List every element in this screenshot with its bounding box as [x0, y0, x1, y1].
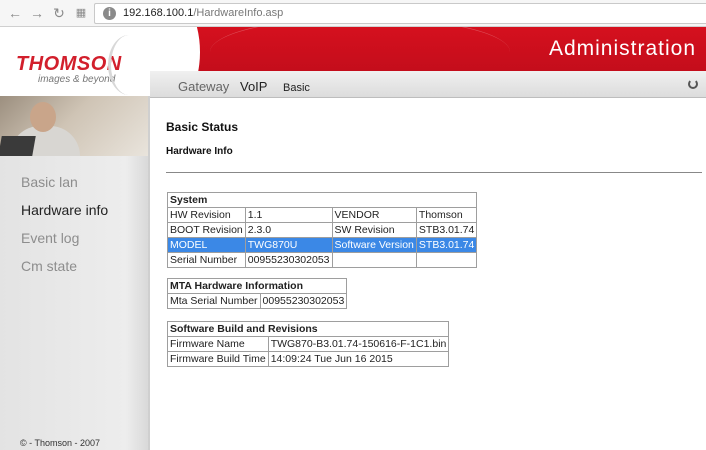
- logo: THOMSON images & beyond: [0, 27, 150, 96]
- copyright-footer: © - Thomson - 2007: [20, 438, 101, 448]
- table-row: Serial Number 00955230302053: [167, 252, 478, 268]
- table-row-selected: MODEL TWG870U Software Version STB3.01.7…: [167, 237, 478, 253]
- section-subtitle: Hardware Info: [166, 146, 233, 157]
- page-title: Basic Status: [166, 120, 239, 134]
- table-title: System: [166, 192, 478, 208]
- sidebar-item-cm-state[interactable]: Cm state: [21, 258, 77, 274]
- header-photo: [0, 96, 148, 156]
- sidebar: Basic lan Hardware info Event log Cm sta…: [0, 96, 150, 450]
- back-icon[interactable]: ←: [6, 4, 24, 22]
- sidebar-item-hardware-info[interactable]: Hardware info: [21, 202, 108, 218]
- sidebar-item-event-log[interactable]: Event log: [21, 230, 79, 246]
- table-row: Mta Serial Number 00955230302053: [167, 293, 348, 309]
- logo-wordmark: THOMSON: [16, 53, 122, 75]
- table-row: Firmware Name TWG870-B3.01.74-150616-F-1…: [167, 336, 450, 352]
- url-text[interactable]: 192.168.100.1/HardwareInfo.asp: [123, 7, 283, 19]
- loading-spinner-icon: [688, 79, 698, 89]
- page-banner-title: Administration: [548, 37, 696, 60]
- table-title: Software Build and Revisions: [166, 321, 450, 337]
- tab-basic[interactable]: Basic: [283, 82, 310, 94]
- tab-voip[interactable]: VoIP: [240, 79, 267, 94]
- tab-gateway[interactable]: Gateway: [178, 79, 229, 94]
- forward-icon[interactable]: →: [28, 4, 46, 22]
- table-row: BOOT Revision 2.3.0 SW Revision STB3.01.…: [167, 222, 478, 238]
- system-table: System HW Revision 1.1 VENDOR Thomson BO…: [166, 192, 478, 268]
- browser-toolbar: ← → ↻ ▦ i 192.168.100.1/HardwareInfo.asp: [0, 0, 706, 27]
- main-content: Basic Status Hardware Info System HW Rev…: [152, 98, 706, 450]
- top-nav: Gateway VoIP Basic: [150, 71, 706, 98]
- reload-icon[interactable]: ↻: [50, 4, 68, 22]
- table-title: MTA Hardware Information: [166, 278, 348, 294]
- logo-tagline: images & beyond: [38, 74, 116, 85]
- mta-table: MTA Hardware Information Mta Serial Numb…: [166, 278, 348, 309]
- apps-grid-icon[interactable]: ▦: [72, 4, 90, 22]
- table-row: HW Revision 1.1 VENDOR Thomson: [167, 207, 478, 223]
- address-bar[interactable]: i 192.168.100.1/HardwareInfo.asp: [94, 3, 706, 24]
- logo-swoosh: [108, 35, 150, 95]
- software-table: Software Build and Revisions Firmware Na…: [166, 321, 450, 367]
- divider: [166, 172, 702, 173]
- sidebar-item-basic-lan[interactable]: Basic lan: [21, 174, 78, 190]
- header-banner: Administration: [150, 27, 706, 71]
- info-icon[interactable]: i: [103, 7, 116, 20]
- table-row: Firmware Build Time 14:09:24 Tue Jun 16 …: [167, 351, 450, 367]
